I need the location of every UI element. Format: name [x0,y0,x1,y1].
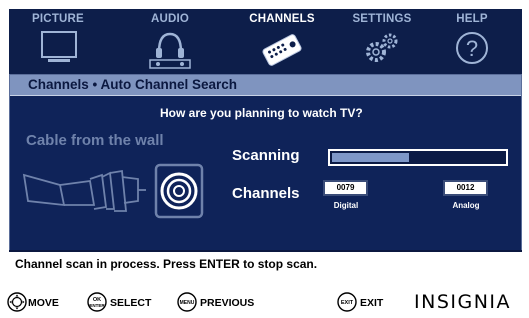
status-message: Channel scan in process. Press ENTER to … [15,257,318,271]
analog-caption: Analog [452,201,480,210]
question-icon: ? [427,26,517,72]
tab-settings-label: SETTINGS [352,13,412,25]
page-title: Channels • Auto Channel Search [28,77,238,92]
hint-move-label: MOVE [28,297,59,309]
gears-icon [337,26,427,72]
coax-cable-icon [22,163,204,219]
auto-channel-search-panel: Channels • Auto Channel Search How are y… [9,74,522,264]
hint-move: MOVE [6,292,76,312]
scan-progress-fill [332,153,409,162]
panel-header: Channels • Auto Channel Search [10,75,521,96]
exit-key-icon: EXIT [337,292,357,312]
menu-key-icon: MENU [177,292,197,312]
hint-previous: MENU PREVIOUS [176,292,276,312]
dpad-icon [7,292,27,312]
tab-channels[interactable]: CHANNELS [237,9,327,74]
button-hint-bar: MOVE OK ENTER SELECT MENU PREVIOUS EXIT … [0,287,529,318]
remote-control-icon [237,26,327,72]
digital-caption: Digital [333,201,359,210]
hint-exit-label: EXIT [360,297,384,309]
tab-help-label: HELP [456,13,488,25]
tv-menu-screen: PICTURE AUDIO CHANNELS SETTINGS HELP ? C… [0,0,529,318]
tab-channels-label: CHANNELS [249,13,315,25]
source-label: Cable from the wall [26,132,164,149]
tab-audio-label: AUDIO [150,13,190,25]
hint-exit: EXIT EXIT [336,292,406,312]
hint-previous-label: PREVIOUS [200,297,255,309]
headphones-speaker-icon [125,26,215,72]
menu-key-text: MENU [180,300,195,306]
scanning-label: Scanning [232,147,300,164]
ok-enter-key-icon: OK ENTER [87,292,107,312]
digital-channel-count: 0079 [323,180,368,196]
scan-progress-bar [328,149,508,166]
tab-help[interactable]: HELP ? [427,9,517,74]
tab-audio[interactable]: AUDIO [125,9,215,74]
brand-logo: INSIGNIA [414,291,512,313]
tv-icon [13,26,103,72]
tab-picture[interactable]: PICTURE [13,9,103,74]
svg-text:?: ? [466,36,478,61]
hint-select: OK ENTER SELECT [86,292,166,312]
channels-label: Channels [232,185,300,202]
analog-channel-count: 0012 [443,180,488,196]
tab-picture-label: PICTURE [32,13,84,25]
enter-key-text: ENTER [89,303,105,308]
status-bar: Channel scan in process. Press ENTER to … [9,250,522,272]
tab-settings[interactable]: SETTINGS [337,9,427,74]
question-text: How are you planning to watch TV? [160,106,363,120]
exit-key-text: EXIT [341,300,354,306]
top-menu-bar: PICTURE AUDIO CHANNELS SETTINGS HELP ? [9,9,522,74]
hint-select-label: SELECT [110,297,152,309]
